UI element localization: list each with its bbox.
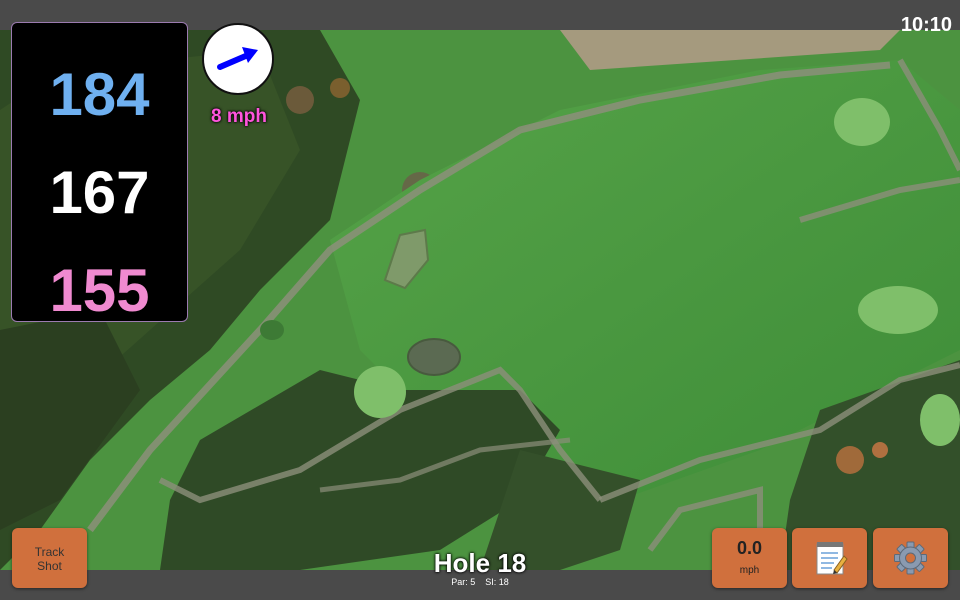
front-distance: 155 (49, 257, 150, 324)
par-label: Par: 5 (451, 577, 476, 587)
wind-indicator (202, 23, 274, 95)
track-shot-label: Track Shot (34, 545, 65, 573)
clock: 10:10 (900, 14, 952, 36)
wind-speed-label: 8 mph (211, 106, 267, 127)
gear-icon (894, 541, 927, 575)
hole-title: Hole 18 (433, 548, 527, 578)
speed-button[interactable]: 0.0 mph (712, 528, 787, 588)
notes-button[interactable] (792, 528, 867, 588)
settings-button[interactable] (873, 528, 948, 588)
middle-distance: 167 (49, 159, 150, 226)
hole-info: Par: 5 SI: 18 (380, 577, 580, 587)
speed-unit: mph (739, 565, 760, 576)
stroke-index-label: SI: 18 (485, 577, 509, 587)
track-shot-button[interactable]: Track Shot (12, 528, 87, 588)
distance-panel: 184 167 155 (11, 22, 188, 322)
arrow-icon (217, 47, 258, 70)
back-distance: 184 (49, 61, 150, 128)
speed-value: 0.0 (736, 538, 763, 558)
notepad-icon (816, 542, 848, 575)
